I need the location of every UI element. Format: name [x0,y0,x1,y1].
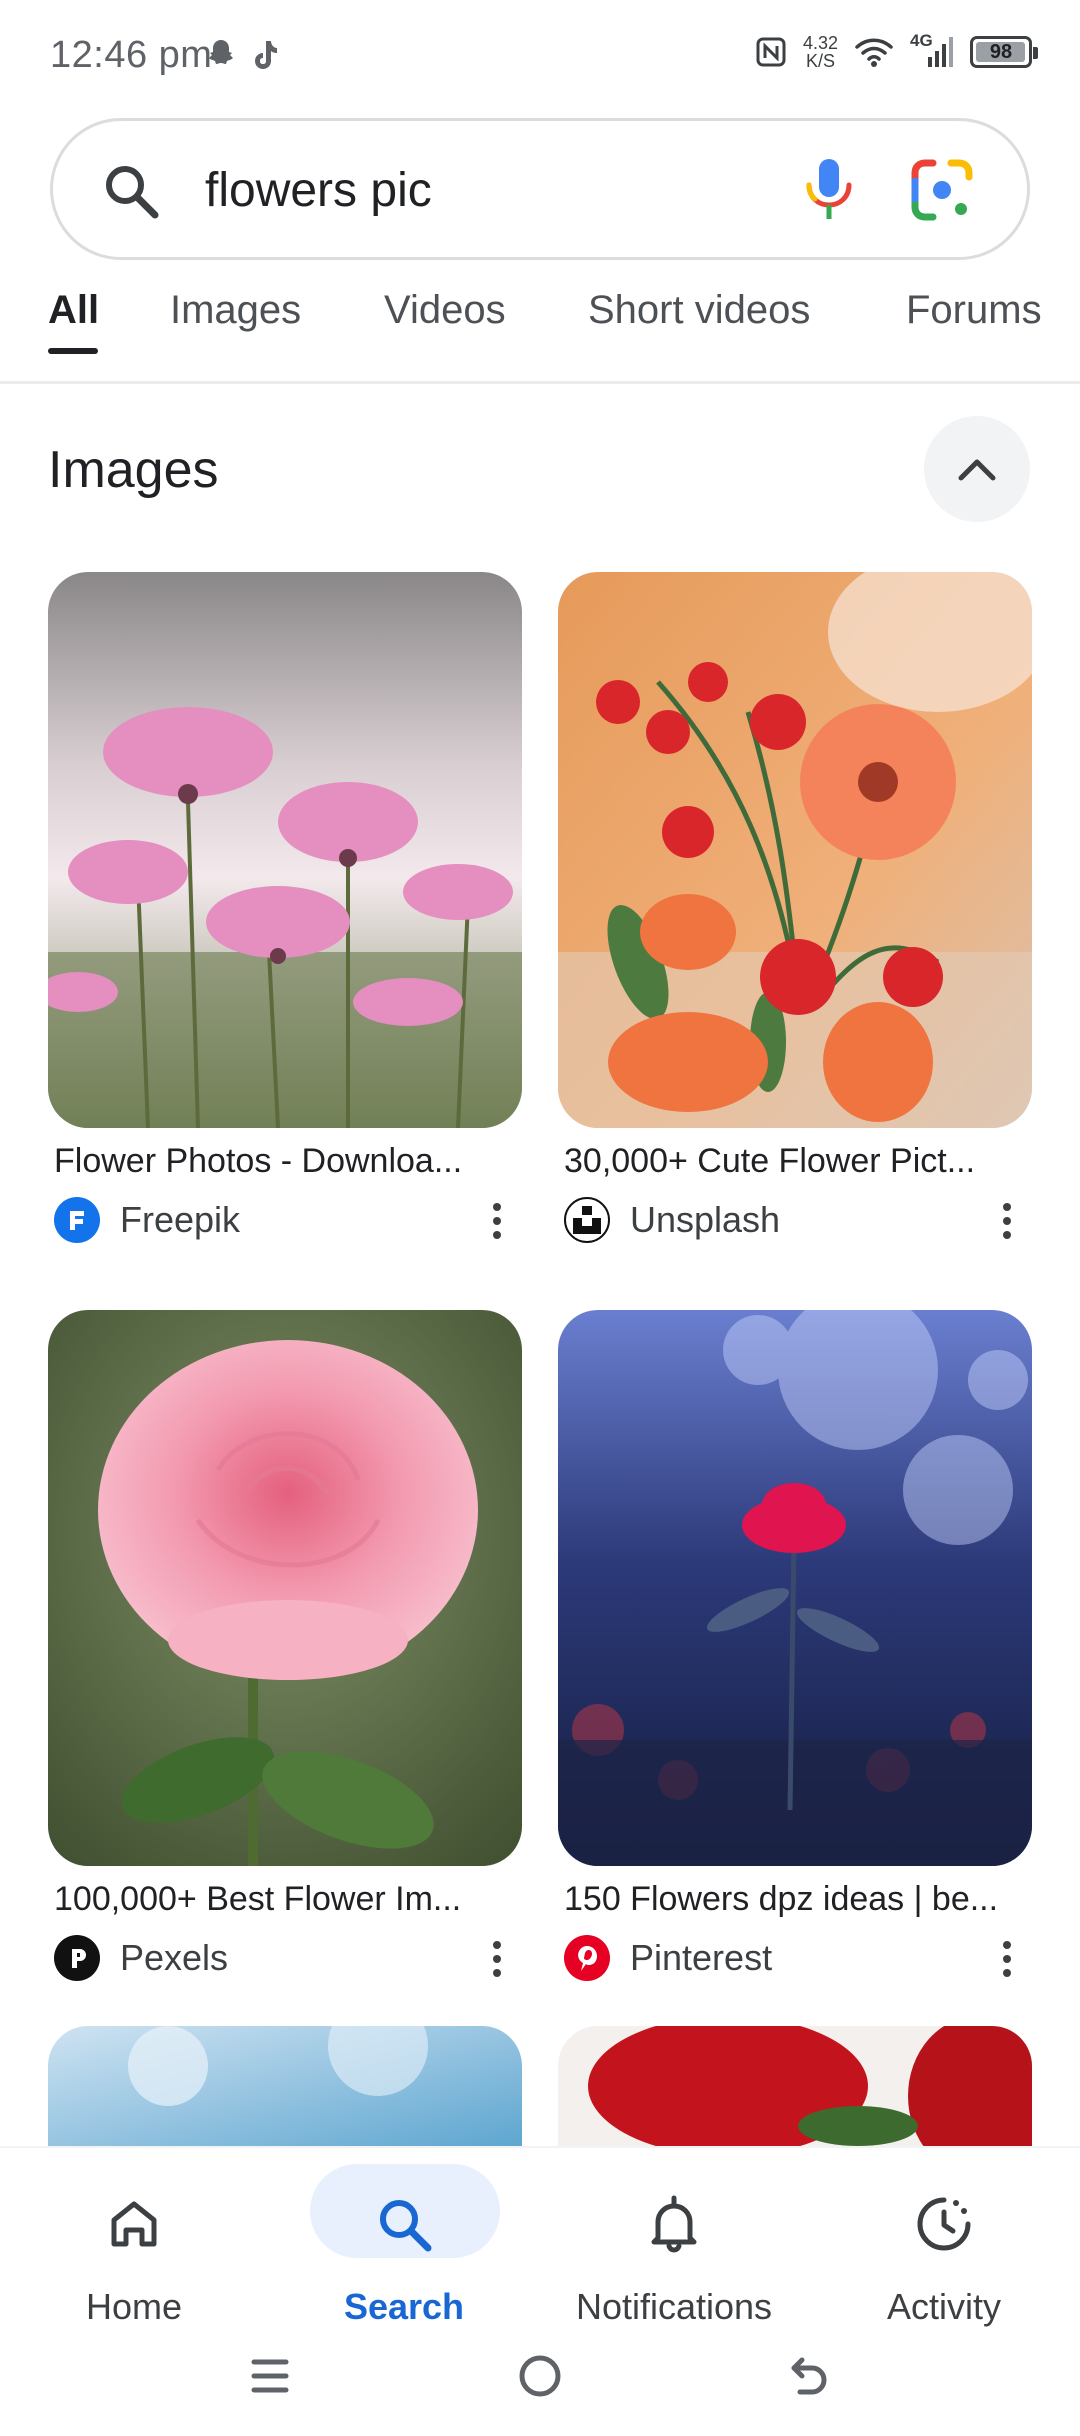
back-icon[interactable] [780,2346,840,2406]
search-input[interactable]: flowers pic [205,163,432,218]
result-image[interactable] [558,1310,1032,1866]
unsplash-logo-icon [564,1197,610,1243]
lens-icon[interactable] [909,157,975,223]
nav-label: Notifications [575,2286,773,2327]
pinterest-logo-icon [564,1935,610,1981]
tab-forums[interactable]: Forums [906,288,1042,333]
nfc-icon [756,37,786,67]
result-image[interactable] [48,1310,522,1866]
status-time: 12:46 pm [50,34,213,76]
home-icon [111,2201,157,2247]
freepik-logo-icon [54,1197,100,1243]
result-image[interactable] [558,572,1032,1128]
snapchat-icon [209,40,233,64]
wifi-icon [855,38,893,67]
result-title[interactable]: 30,000+ Cute Flower Pict... [558,1142,1032,1181]
status-bar: 12:46 pm 4.32 K/S 4G 98 [0,0,1080,110]
battery-icon: 98 [970,36,1038,68]
bell-icon [651,2195,697,2253]
image-result[interactable]: 30,000+ Cute Flower Pict... Unsplash [558,572,1032,1245]
search-tabs: All Images Videos Short videos Forums [0,280,1080,384]
nav-label: Home [85,2286,183,2327]
source-name: Unsplash [630,1199,781,1240]
search-icon [380,2200,432,2252]
result-source[interactable]: Unsplash [558,1195,1032,1245]
nav-label: Search [343,2286,465,2327]
more-vert-icon[interactable] [492,1201,502,1241]
mic-icon[interactable] [801,157,857,223]
search-icon[interactable] [101,161,161,221]
result-title[interactable]: 100,000+ Best Flower Im... [48,1880,522,1919]
net-speed-unit: K/S [805,51,835,71]
tab-videos[interactable]: Videos [384,288,506,333]
battery-level: 98 [989,40,1013,63]
activity-icon [917,2197,971,2251]
image-result[interactable]: 100,000+ Best Flower Im... Pexels [48,1310,522,1983]
result-source[interactable]: Freepik [48,1195,522,1245]
more-vert-icon[interactable] [492,1939,502,1979]
recent-apps-icon[interactable] [240,2346,300,2406]
section-title: Images [48,441,219,499]
nav-search[interactable]: Search [284,2162,524,2342]
image-result-partial[interactable] [558,2026,1032,2146]
tab-short-videos[interactable]: Short videos [588,288,810,333]
tiktok-icon [255,41,277,69]
tab-all[interactable]: All [48,288,99,333]
image-result-partial[interactable] [48,2026,522,2146]
result-title[interactable]: 150 Flowers dpz ideas | be... [558,1880,1032,1919]
image-result[interactable]: 150 Flowers dpz ideas | be... Pinterest [558,1310,1032,1983]
collapse-button[interactable] [924,416,1030,522]
tab-images[interactable]: Images [170,288,301,333]
source-name: Freepik [120,1199,241,1240]
nav-notifications[interactable]: Notifications [554,2162,794,2342]
image-result[interactable]: Flower Photos - Downloa... Freepik [48,572,522,1245]
result-source[interactable]: Pinterest [558,1933,1032,1983]
result-source[interactable]: Pexels [48,1933,522,1983]
home-button-icon[interactable] [510,2346,570,2406]
status-right: 4.32 K/S 4G 98 [755,31,1038,70]
nav-label: Activity [886,2286,1001,2327]
net-speed: 4.32 K/S [803,34,838,70]
source-name: Pexels [120,1937,229,1978]
nav-home[interactable]: Home [14,2162,254,2342]
search-bar[interactable]: flowers pic [50,118,1030,260]
result-title[interactable]: Flower Photos - Downloa... [48,1142,522,1181]
chevron-up-icon [958,459,996,481]
signal-icon: 4G [910,31,954,69]
more-vert-icon[interactable] [1002,1939,1012,1979]
source-name: Pinterest [630,1937,773,1978]
tab-active-indicator [48,348,98,354]
more-vert-icon[interactable] [1002,1201,1012,1241]
notification-icons [206,38,280,70]
net-speed-value: 4.32 [802,33,838,53]
nav-activity[interactable]: Activity [824,2162,1064,2342]
system-navigation [0,2346,1080,2406]
pexels-logo-icon [54,1935,100,1981]
result-image[interactable] [48,572,522,1128]
